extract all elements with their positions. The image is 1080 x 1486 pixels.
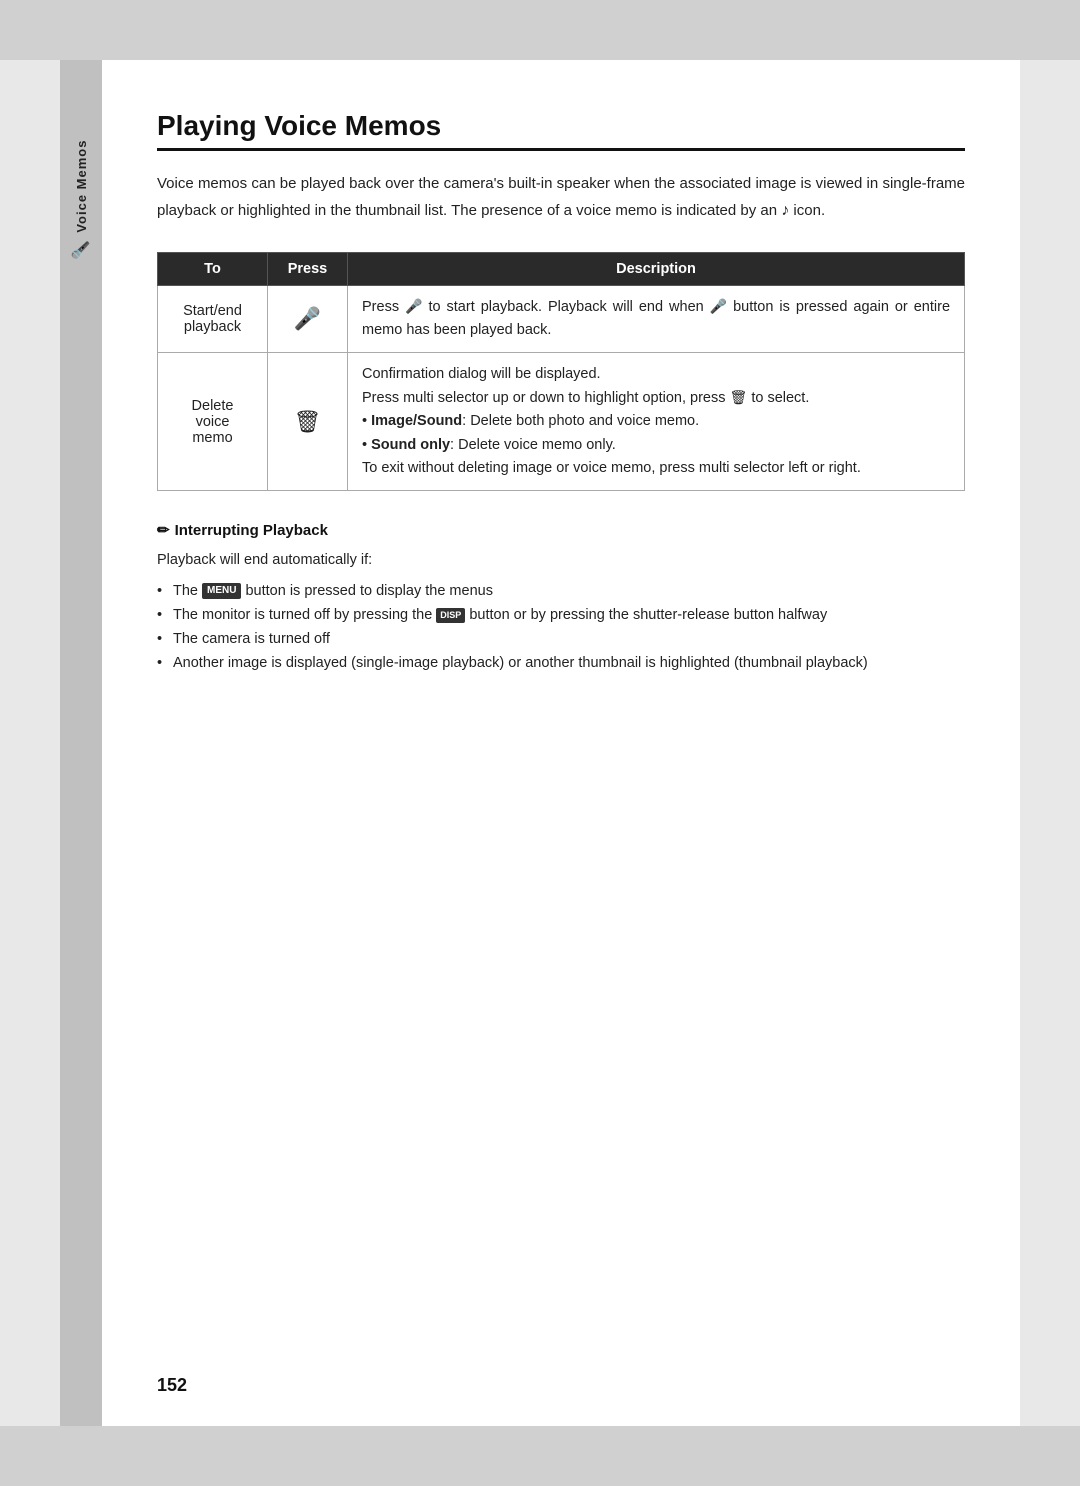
page-title: Playing Voice Memos [157,110,965,151]
table-header-row: To Press Description [158,252,965,285]
press-mic-icon: 🎤 [405,299,422,313]
sound-only-label: Sound only [371,437,450,453]
bottom-band [0,1426,1080,1486]
intro-paragraph: Voice memos can be played back over the … [157,171,965,224]
list-item: The camera is turned off [157,628,965,652]
bullet-list: The MENU button is pressed to display th… [157,580,965,676]
list-item: The monitor is turned off by pressing th… [157,604,965,628]
press-mic-icon-2: 🎤 [710,299,727,313]
top-band [0,0,1080,60]
table-header-to: To [158,252,268,285]
page-number: 152 [157,1375,187,1396]
image-sound-label: Image/Sound [371,413,462,429]
table-cell-desc-delete: Confirmation dialog will be displayed. P… [348,353,965,491]
table-row: Deletevoicememo 🗑 Confirmation dialog wi… [158,353,965,491]
main-content: Playing Voice Memos Voice memos can be p… [102,60,1020,1426]
intro-text-suffix: icon. [793,202,825,219]
pencil-icon: ✏ [157,521,170,539]
table-cell-to-start: Start/endplayback [158,285,268,352]
intro-text-main: Voice memos can be played back over the … [157,175,965,219]
table-cell-desc-start: Press 🎤 to start playback. Playback will… [348,285,965,352]
sidebar-tab-label: 🎤 Voice Memos [72,140,91,260]
list-item: Another image is displayed (single-image… [157,652,965,676]
table-header-description: Description [348,252,965,285]
interrupting-title-text: Interrupting Playback [175,522,328,539]
sidebar-label: Voice Memos [74,140,89,233]
list-item: The MENU button is pressed to display th… [157,580,965,604]
table-cell-to-delete: Deletevoicememo [158,353,268,491]
disp-button-icon: DISP [436,608,465,623]
delete-icon-inline: 🗑 [730,386,748,408]
sidebar-tab: 🎤 Voice Memos [60,60,102,1426]
interrupting-title: ✏ Interrupting Playback [157,521,965,539]
menu-button-icon: MENU [202,583,241,599]
music-note-icon: ♪ [781,202,789,219]
microphone-icon: 🎤 [72,239,91,260]
reference-table: To Press Description Start/endplayback 🎤… [157,252,965,491]
interrupting-intro: Playback will end automatically if: [157,549,965,572]
table-cell-press-start: 🎤 [268,285,348,352]
table-header-press: Press [268,252,348,285]
table-cell-press-delete: 🗑 [268,353,348,491]
delete-button-icon: 🗑 [294,409,322,435]
table-row: Start/endplayback 🎤 Press 🎤 to start pla… [158,285,965,352]
interrupting-section: ✏ Interrupting Playback Playback will en… [157,521,965,676]
playback-button-icon: 🎤 [294,308,321,330]
